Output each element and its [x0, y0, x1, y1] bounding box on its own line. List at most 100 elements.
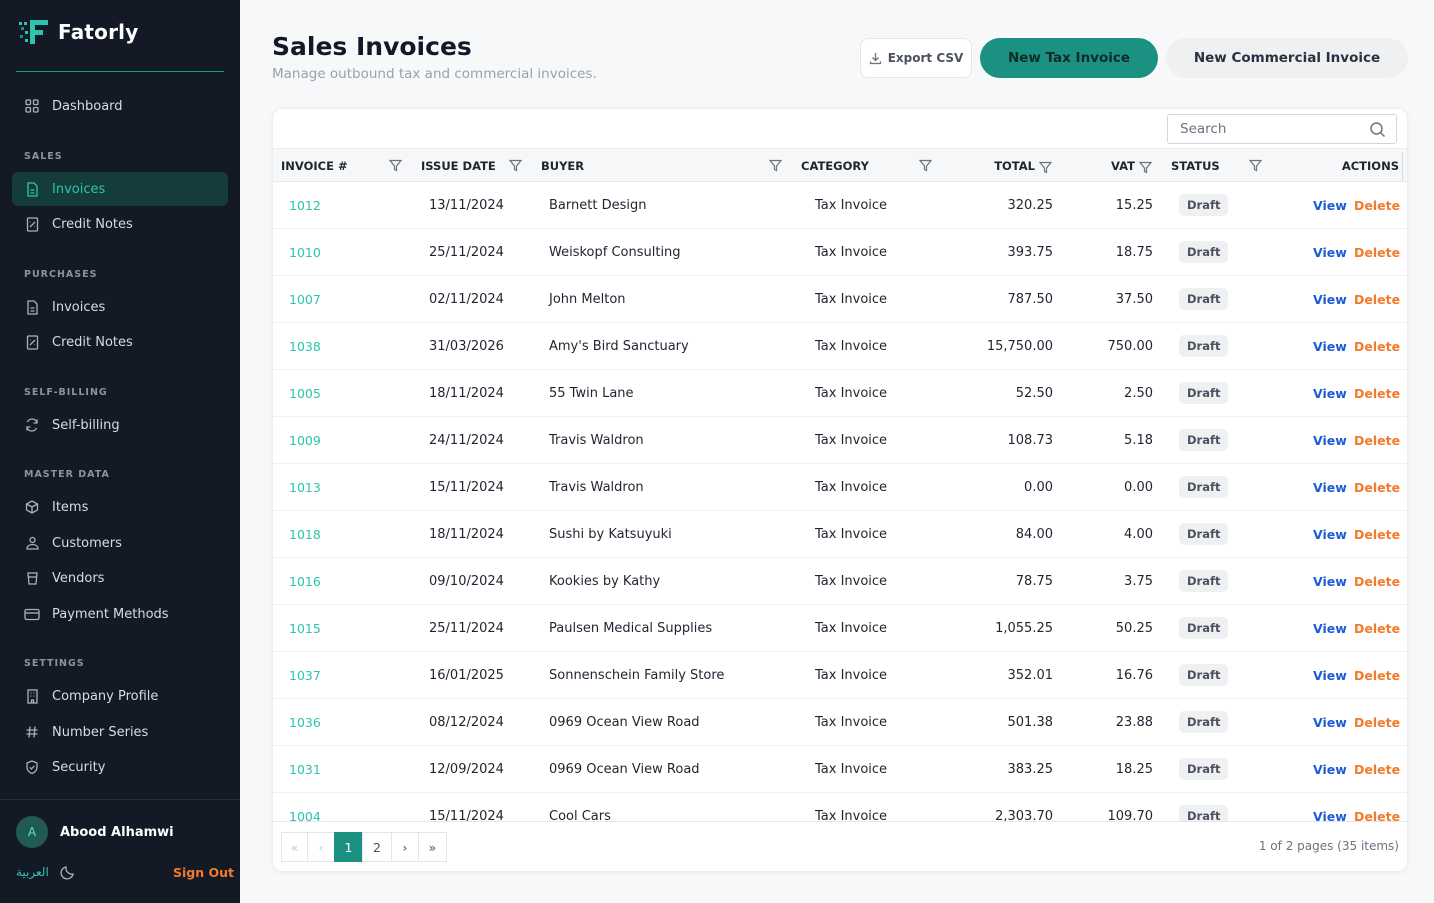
view-button[interactable]: View — [1313, 370, 1347, 416]
view-button[interactable]: View — [1313, 605, 1347, 651]
delete-button[interactable]: Delete — [1354, 558, 1400, 604]
sidebar-item-items[interactable]: Items — [12, 490, 228, 524]
table-row[interactable]: 1009 24/11/2024 Travis Waldron Tax Invoice 1… — [273, 417, 1407, 464]
cell-status: Draft — [1179, 793, 1259, 822]
sidebar-item-dashboard[interactable]: Dashboard — [12, 89, 228, 123]
table-row[interactable]: 1012 13/11/2024 Barnett Design Tax Invoice 3… — [273, 182, 1407, 229]
table-row[interactable]: 1007 02/11/2024 John Melton Tax Invoice 787.… — [273, 276, 1407, 323]
view-button[interactable]: View — [1313, 229, 1347, 275]
table-row[interactable]: 1038 31/03/2026 Amy's Bird Sanctuary Tax In… — [273, 323, 1407, 370]
new-commercial-invoice-button[interactable]: New Commercial Invoice — [1166, 38, 1408, 78]
filter-icon[interactable] — [1138, 159, 1153, 174]
new-tax-invoice-button[interactable]: New Tax Invoice — [980, 38, 1158, 78]
view-button[interactable]: View — [1313, 417, 1347, 463]
delete-button[interactable]: Delete — [1354, 605, 1400, 651]
filter-icon[interactable] — [1248, 159, 1263, 172]
delete-button[interactable]: Delete — [1354, 182, 1400, 228]
next-page-button[interactable]: › — [391, 832, 419, 862]
delete-button[interactable]: Delete — [1354, 417, 1400, 463]
cell-invoice-number[interactable]: 1018 — [289, 511, 389, 557]
search-input[interactable] — [1180, 121, 1360, 137]
column-header-status[interactable]: STATUS — [1171, 149, 1271, 183]
view-button[interactable]: View — [1313, 276, 1347, 322]
sidebar-item-company-profile[interactable]: Company Profile — [12, 679, 228, 713]
language-toggle[interactable]: العربية — [16, 865, 49, 879]
search-icon[interactable] — [1369, 121, 1386, 138]
table-row[interactable]: 1031 12/09/2024 0969 Ocean View Road Tax In… — [273, 746, 1407, 793]
cell-invoice-number[interactable]: 1037 — [289, 652, 389, 698]
delete-button[interactable]: Delete — [1354, 229, 1400, 275]
column-header-buyer[interactable]: BUYER — [541, 149, 791, 183]
delete-button[interactable]: Delete — [1354, 464, 1400, 510]
cell-invoice-number[interactable]: 1007 — [289, 276, 389, 322]
table-row[interactable]: 1005 18/11/2024 55 Twin Lane Tax Invoice 52.… — [273, 370, 1407, 417]
page-1-button[interactable]: 1 — [334, 832, 363, 862]
delete-button[interactable]: Delete — [1354, 746, 1400, 792]
view-button[interactable]: View — [1313, 511, 1347, 557]
page-2-button[interactable]: 2 — [362, 832, 392, 862]
column-header-issue-date[interactable]: ISSUE DATE — [421, 149, 541, 183]
delete-button[interactable]: Delete — [1354, 323, 1400, 369]
sidebar-item-sales-credit-notes[interactable]: Credit Notes — [12, 207, 228, 241]
delete-button[interactable]: Delete — [1354, 370, 1400, 416]
sidebar-item-vendors[interactable]: Vendors — [12, 561, 228, 595]
sidebar-item-purchase-invoices[interactable]: Invoices — [12, 290, 228, 324]
cell-invoice-number[interactable]: 1004 — [289, 793, 389, 823]
cell-invoice-number[interactable]: 1036 — [289, 699, 389, 745]
view-button[interactable]: View — [1313, 699, 1347, 745]
sidebar-item-number-series[interactable]: Number Series — [12, 715, 228, 749]
cell-invoice-number[interactable]: 1013 — [289, 464, 389, 510]
cell-invoice-number[interactable]: 1012 — [289, 182, 389, 228]
filter-icon[interactable] — [768, 159, 783, 172]
sidebar-item-sales-invoices[interactable]: Invoices — [12, 172, 228, 206]
moon-icon[interactable] — [60, 864, 76, 880]
table-row[interactable]: 1013 15/11/2024 Travis Waldron Tax Invoice 0… — [273, 464, 1407, 511]
view-button[interactable]: View — [1313, 746, 1347, 792]
cell-invoice-number[interactable]: 1031 — [289, 746, 389, 792]
sidebar-item-payment-methods[interactable]: Payment Methods — [12, 597, 228, 631]
view-button[interactable]: View — [1313, 182, 1347, 228]
view-button[interactable]: View — [1313, 323, 1347, 369]
view-button[interactable]: View — [1313, 558, 1347, 604]
delete-button[interactable]: Delete — [1354, 511, 1400, 557]
delete-button[interactable]: Delete — [1354, 652, 1400, 698]
delete-button[interactable]: Delete — [1354, 276, 1400, 322]
sidebar-item-purchase-credit-notes[interactable]: Credit Notes — [12, 325, 228, 359]
column-header-category[interactable]: CATEGORY — [801, 149, 941, 183]
sign-out-button[interactable]: Sign Out — [173, 865, 234, 880]
brand[interactable]: Fatorly — [18, 18, 138, 46]
column-header-vat[interactable]: VAT — [1073, 149, 1135, 183]
table-row[interactable]: 1010 25/11/2024 Weiskopf Consulting Tax Inv… — [273, 229, 1407, 276]
column-header-invoice[interactable]: INVOICE # — [281, 149, 409, 183]
table-row[interactable]: 1036 08/12/2024 0969 Ocean View Road Tax In… — [273, 699, 1407, 746]
export-csv-button[interactable]: Export CSV — [860, 38, 972, 78]
column-header-total[interactable]: TOTAL — [973, 149, 1035, 183]
cell-invoice-number[interactable]: 1016 — [289, 558, 389, 604]
view-button[interactable]: View — [1313, 464, 1347, 510]
delete-button[interactable]: Delete — [1354, 793, 1400, 823]
sidebar-item-self-billing[interactable]: Self-billing — [12, 408, 228, 442]
first-page-button[interactable]: « — [281, 832, 308, 862]
cell-invoice-number[interactable]: 1015 — [289, 605, 389, 651]
table-row[interactable]: 1004 15/11/2024 Cool Cars Tax Invoice 2,303.… — [273, 793, 1407, 822]
cell-invoice-number[interactable]: 1005 — [289, 370, 389, 416]
sidebar-item-security[interactable]: Security — [12, 750, 228, 784]
view-button[interactable]: View — [1313, 652, 1347, 698]
cell-invoice-number[interactable]: 1038 — [289, 323, 389, 369]
avatar[interactable]: A — [16, 816, 48, 848]
table-row[interactable]: 1015 25/11/2024 Paulsen Medical Supplies Ta… — [273, 605, 1407, 652]
table-row[interactable]: 1018 18/11/2024 Sushi by Katsuyuki Tax Invo… — [273, 511, 1407, 558]
filter-icon[interactable] — [1038, 159, 1053, 174]
view-button[interactable]: View — [1313, 793, 1347, 823]
filter-icon[interactable] — [508, 159, 523, 172]
table-row[interactable]: 1016 09/10/2024 Kookies by Kathy Tax Invoic… — [273, 558, 1407, 605]
delete-button[interactable]: Delete — [1354, 699, 1400, 745]
cell-invoice-number[interactable]: 1009 — [289, 417, 389, 463]
cell-invoice-number[interactable]: 1010 — [289, 229, 389, 275]
last-page-button[interactable]: » — [418, 832, 447, 862]
table-row[interactable]: 1037 16/01/2025 Sonnenschein Family Store T… — [273, 652, 1407, 699]
prev-page-button[interactable]: ‹ — [307, 832, 335, 862]
sidebar-item-customers[interactable]: Customers — [12, 526, 228, 560]
filter-icon[interactable] — [918, 159, 933, 172]
filter-icon[interactable] — [388, 159, 403, 172]
